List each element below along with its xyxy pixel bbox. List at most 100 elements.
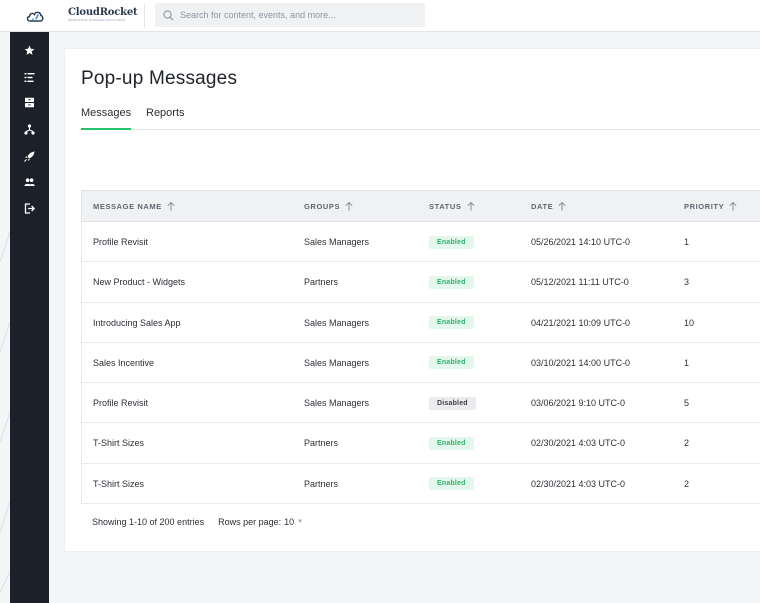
table-row[interactable]: New Product - Widgets Partners Enabled 0… <box>81 262 760 303</box>
cell-group: Partners <box>304 478 339 489</box>
pagination-footer: Showing 1-10 of 200 entries Rows per pag… <box>92 517 303 527</box>
column-header-message-name[interactable]: MESSAGE NAME <box>93 191 175 221</box>
status-badge: Enabled <box>429 477 474 491</box>
cell-priority: 2 <box>684 478 690 489</box>
sidebar-item-archive[interactable] <box>23 96 36 109</box>
status-badge: Enabled <box>429 316 474 330</box>
cell-date: 02/30/2021 4:03 UTC-0 <box>531 478 626 489</box>
sidebar-item-launch[interactable] <box>23 150 36 163</box>
cell-message-name: Profile Revisit <box>93 237 149 247</box>
table-row[interactable]: Profile Revisit Sales Managers Disabled … <box>81 383 760 424</box>
search-icon <box>163 9 174 21</box>
table-row[interactable]: T-Shirt Sizes Partners Enabled 02/30/202… <box>81 463 760 505</box>
cell-message-name: Introducing Sales App <box>93 317 181 328</box>
cell-priority: 2 <box>684 438 690 449</box>
sort-arrow-icon <box>167 201 175 210</box>
cell-status: Enabled <box>429 464 474 504</box>
status-badge: Disabled <box>429 396 476 410</box>
hierarchy-icon <box>24 124 35 135</box>
tab-reports[interactable]: Reports <box>146 107 185 130</box>
sidebar-item-favorites[interactable] <box>23 44 36 57</box>
column-header-date[interactable]: DATE <box>531 191 566 221</box>
rows-per-page-value: 10 <box>284 517 295 527</box>
cell-priority: 3 <box>684 277 690 288</box>
tab-bar: Messages Reports <box>81 106 760 130</box>
cell-status: Enabled <box>429 303 474 343</box>
brand-logo[interactable]: CloudRocket INNOVATIVE STORAGE SOLUTIONS <box>26 4 138 28</box>
cell-status: Enabled <box>429 423 474 463</box>
cell-priority: 1 <box>684 357 690 368</box>
sort-arrow-icon <box>558 201 566 210</box>
rows-per-page-select[interactable]: Rows per page: 10 ▼ <box>218 517 303 527</box>
status-badge: Enabled <box>429 275 474 289</box>
sidebar-item-hierarchy[interactable] <box>23 123 36 136</box>
list-icon <box>24 73 35 82</box>
column-label: MESSAGE NAME <box>93 201 162 211</box>
main-card: Pop-up Messages Messages Reports MESSAGE… <box>64 48 760 552</box>
column-header-priority[interactable]: PRIORITY <box>684 191 737 221</box>
background-pattern <box>0 231 10 593</box>
brand-name: CloudRocket <box>68 7 138 18</box>
cell-date: 02/30/2021 4:03 UTC-0 <box>531 438 626 449</box>
sidebar-item-users[interactable] <box>23 176 36 189</box>
search-box[interactable] <box>155 3 425 27</box>
cell-status: Enabled <box>429 222 474 262</box>
logout-icon <box>24 203 35 214</box>
page-title: Pop-up Messages <box>81 68 238 89</box>
cell-group: Partners <box>304 438 339 449</box>
sidebar-item-logout[interactable] <box>23 202 36 215</box>
column-header-groups[interactable]: GROUPS <box>304 191 353 221</box>
cell-group: Partners <box>304 277 339 288</box>
column-label: DATE <box>531 201 554 211</box>
column-label: GROUPS <box>304 201 341 211</box>
entries-summary: Showing 1-10 of 200 entries <box>92 517 205 527</box>
cell-message-name: New Product - Widgets <box>93 277 186 288</box>
cell-status: Disabled <box>429 383 476 423</box>
cell-date: 03/06/2021 9:10 UTC-0 <box>531 398 626 409</box>
status-badge: Enabled <box>429 235 474 249</box>
sort-arrow-icon <box>466 201 475 210</box>
archive-icon <box>25 97 34 108</box>
chevron-down-icon: ▼ <box>297 519 304 525</box>
column-label: PRIORITY <box>684 201 725 211</box>
cell-date: 03/10/2021 14:00 UTC-0 <box>531 357 631 368</box>
cell-status: Enabled <box>429 343 474 383</box>
cell-group: Sales Managers <box>304 317 370 328</box>
cell-date: 05/12/2021 11:11 UTC-0 <box>531 277 629 288</box>
status-badge: Enabled <box>429 356 474 370</box>
users-icon <box>24 178 35 186</box>
rows-per-page-label: Rows per page: <box>218 517 282 527</box>
top-bar: CloudRocket INNOVATIVE STORAGE SOLUTIONS <box>0 0 760 32</box>
cloud-rocket-logo-icon <box>26 11 44 22</box>
cell-message-name: T-Shirt Sizes <box>93 438 145 449</box>
cell-priority: 10 <box>684 317 695 328</box>
cell-date: 04/21/2021 10:09 UTC-0 <box>531 317 631 328</box>
messages-table: MESSAGE NAME GROUPS STATUS DATE PRIORITY… <box>81 190 760 505</box>
sidebar-nav <box>10 32 49 603</box>
sort-arrow-icon <box>729 201 737 210</box>
cell-message-name: T-Shirt Sizes <box>93 478 145 489</box>
table-row[interactable]: Profile Revisit Sales Managers Enabled 0… <box>81 222 760 263</box>
cell-group: Sales Managers <box>304 357 370 368</box>
cell-message-name: Profile Revisit <box>93 398 149 409</box>
cell-message-name: Sales Incentive <box>93 357 155 368</box>
topbar-divider <box>144 4 145 28</box>
table-row[interactable]: Sales Incentive Sales Managers Enabled 0… <box>81 342 760 384</box>
table-row[interactable]: Introducing Sales App Sales Managers Ena… <box>81 302 760 343</box>
status-badge: Enabled <box>429 436 474 450</box>
brand-text: CloudRocket INNOVATIVE STORAGE SOLUTIONS <box>68 7 138 22</box>
table-row[interactable]: T-Shirt Sizes Partners Enabled 02/30/202… <box>81 423 760 464</box>
cell-group: Sales Managers <box>304 398 370 409</box>
cell-date: 05/26/2021 14:10 UTC-0 <box>531 237 631 247</box>
column-label: STATUS <box>429 201 462 211</box>
table-header: MESSAGE NAME GROUPS STATUS DATE PRIORITY <box>81 190 760 222</box>
column-header-status[interactable]: STATUS <box>429 191 475 221</box>
search-input[interactable] <box>180 10 410 20</box>
star-icon <box>24 45 35 55</box>
rocket-icon <box>24 151 35 162</box>
tab-messages[interactable]: Messages <box>81 107 132 130</box>
brand-tagline: INNOVATIVE STORAGE SOLUTIONS <box>68 18 125 22</box>
sidebar-item-list[interactable] <box>23 71 36 84</box>
cell-priority: 1 <box>684 237 690 247</box>
sort-arrow-icon <box>345 201 353 210</box>
